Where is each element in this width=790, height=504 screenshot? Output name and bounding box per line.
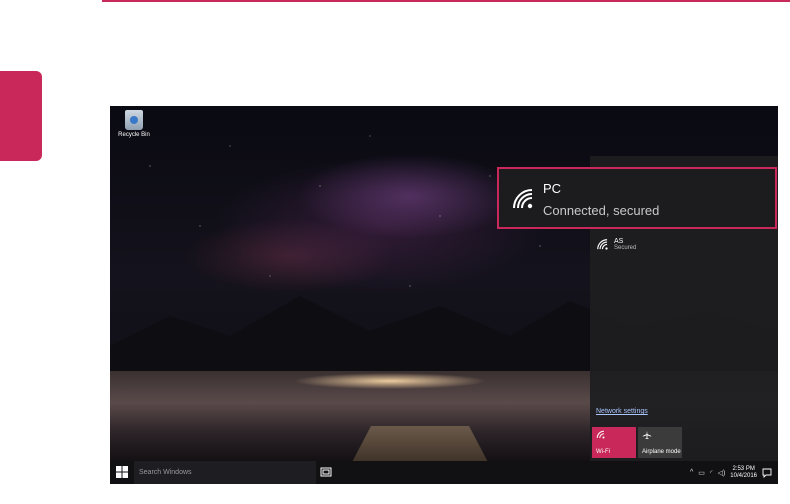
desktop-icon-recycle-bin[interactable]: Recycle Bin xyxy=(116,110,152,138)
network-item-as[interactable]: AS Secured xyxy=(596,238,636,252)
wifi-toggle-tile[interactable]: Wi-Fi xyxy=(592,427,636,458)
network-name: AS xyxy=(614,238,624,245)
system-tray: ^ ▭ ◜ ◁) 2:53 PM 10/4/2016 xyxy=(690,461,772,484)
wifi-icon xyxy=(596,430,605,439)
task-view-icon[interactable] xyxy=(320,466,332,478)
clock-time: 2:53 PM xyxy=(732,465,755,472)
taskbar: Search Windows ^ ▭ ◜ ◁) 2:53 PM 10/4/201… xyxy=(110,461,778,484)
quick-action-tiles: Wi-Fi Airplane mode xyxy=(592,427,682,458)
side-bookmark-tab xyxy=(0,71,42,161)
taskbar-clock[interactable]: 2:53 PM 10/4/2016 xyxy=(730,466,757,480)
wifi-icon xyxy=(597,239,608,250)
network-tray-icon[interactable]: ◜ xyxy=(710,469,713,477)
chevron-up-icon[interactable]: ^ xyxy=(690,469,693,476)
battery-icon[interactable]: ▭ xyxy=(698,469,705,477)
top-accent-rule xyxy=(102,0,790,2)
network-settings-link[interactable]: Network settings xyxy=(596,408,648,415)
airplane-icon xyxy=(642,430,652,440)
windows-desktop-screenshot: Recycle Bin AS Secured Network settings xyxy=(110,106,778,484)
volume-icon[interactable]: ◁) xyxy=(718,469,726,477)
network-status: Connected, secured xyxy=(543,203,660,218)
windows-start-icon[interactable] xyxy=(116,466,128,478)
airplane-mode-tile[interactable]: Airplane mode xyxy=(638,427,682,458)
network-item-pc-highlight[interactable]: PC Connected, secured xyxy=(497,167,777,229)
wallpaper-pier xyxy=(350,426,490,466)
taskbar-search-input[interactable]: Search Windows xyxy=(134,461,316,484)
network-status: Secured xyxy=(614,245,637,251)
action-center-icon[interactable] xyxy=(762,468,772,478)
wifi-tile-label: Wi-Fi xyxy=(596,449,610,455)
clock-date: 10/4/2016 xyxy=(730,472,757,479)
airplane-tile-label: Airplane mode xyxy=(642,449,681,455)
network-name: PC xyxy=(543,181,562,196)
recycle-bin-icon xyxy=(125,110,143,130)
wifi-icon xyxy=(513,189,533,209)
recycle-bin-label: Recycle Bin xyxy=(118,132,150,138)
